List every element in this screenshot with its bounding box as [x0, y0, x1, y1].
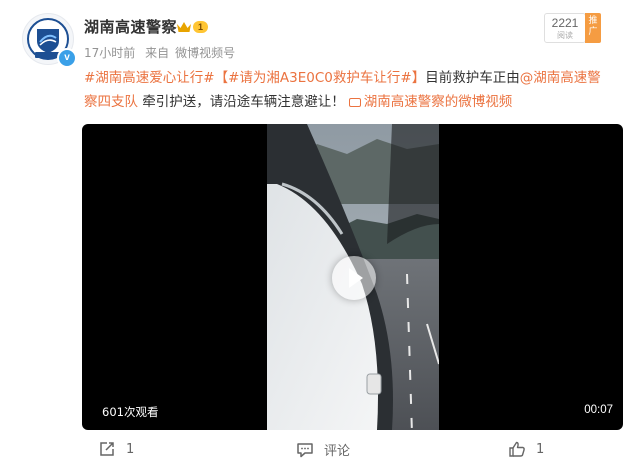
video-player[interactable]: 601次观看 00:07: [82, 124, 623, 430]
video-link[interactable]: 湖南高速警察的微博视频: [364, 94, 513, 110]
like-button[interactable]: 1: [508, 440, 544, 458]
comment-label: 评论: [324, 444, 351, 459]
post-meta: 17小时前 来自 微博视频号: [84, 44, 241, 61]
like-count: 1: [536, 441, 545, 457]
source-prefix: 来自: [145, 46, 170, 60]
repost-button[interactable]: 1: [98, 440, 134, 458]
play-icon[interactable]: [332, 256, 376, 300]
text-segment-2: 牵引护送，请沿途车辆注意避让！: [138, 94, 345, 110]
verified-badge-icon: v: [57, 48, 77, 68]
post-text: #湖南高速爱心让行#【#请为湘A3E0C0救护车让行#】目前救护车正由@湖南高速…: [84, 66, 604, 114]
crown-icon: [177, 22, 191, 32]
action-bar: 1 评论 1: [0, 440, 627, 462]
read-count-label: 阅读: [557, 31, 573, 40]
video-link-icon[interactable]: [348, 98, 361, 107]
post-source[interactable]: 微博视频号: [175, 46, 235, 60]
read-count-box: 2221 阅读: [544, 13, 586, 43]
repost-count: 1: [126, 441, 135, 457]
topic-link-1[interactable]: #湖南高速爱心让行#: [84, 70, 215, 86]
level-number: 1: [193, 21, 209, 33]
promote-button[interactable]: 推广: [585, 13, 601, 43]
post-time[interactable]: 17小时前: [84, 46, 135, 60]
video-duration: 00:07: [584, 404, 613, 416]
text-segment-1: 目前救护车正由: [425, 70, 520, 86]
read-count: 2221: [551, 16, 579, 30]
repost-icon: [100, 442, 114, 456]
thumbs-up-icon: [509, 441, 525, 457]
comment-icon: [297, 442, 313, 457]
topic-link-2[interactable]: 【#请为湘A3E0C0救护车让行#】: [215, 70, 426, 86]
user-level-badge[interactable]: 1: [176, 20, 209, 34]
author-name[interactable]: 湖南高速警察: [84, 16, 177, 37]
view-count: 601次观看: [102, 405, 159, 419]
promote-label: 推广: [588, 16, 598, 37]
comment-button[interactable]: 评论: [296, 440, 350, 459]
